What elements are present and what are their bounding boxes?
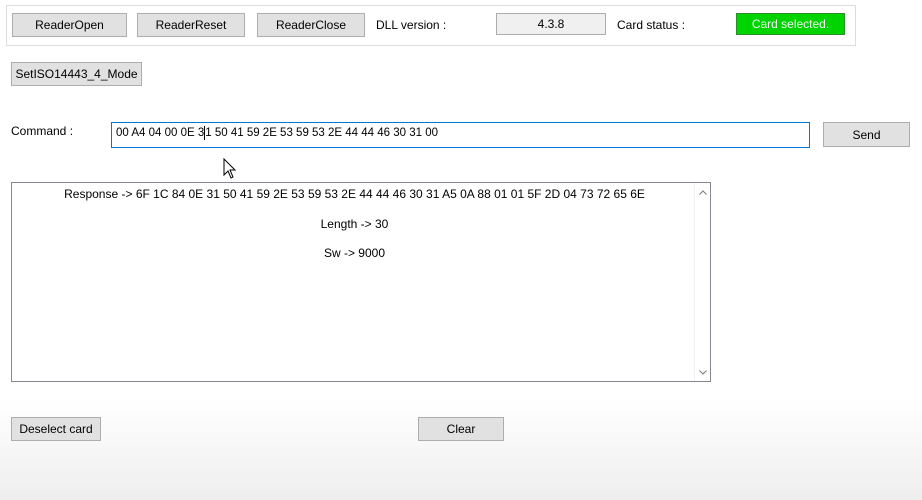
- send-button[interactable]: Send: [823, 122, 910, 147]
- mouse-pointer-icon: [223, 157, 237, 180]
- chevron-up-icon[interactable]: [695, 185, 710, 199]
- command-input[interactable]: 00 A4 04 00 0E 31 50 41 59 2E 53 59 53 2…: [111, 122, 810, 148]
- response-data-line: Response -> 6F 1C 84 0E 31 50 41 59 2E 5…: [64, 187, 645, 201]
- command-text-after-caret: 1 50 41 59 2E 53 59 53 2E 44 44 46 30 31…: [205, 127, 439, 139]
- chevron-down-icon[interactable]: [695, 365, 710, 379]
- dll-version-field: 4.3.8: [496, 13, 606, 35]
- response-textbox[interactable]: Response -> 6F 1C 84 0E 31 50 41 59 2E 5…: [11, 182, 711, 382]
- card-status-indicator: Card selected.: [736, 13, 845, 35]
- deselect-card-button[interactable]: Deselect card: [11, 417, 101, 441]
- response-sw-line: Sw -> 9000: [323, 246, 386, 260]
- dll-version-label: DLL version :: [376, 18, 447, 32]
- reader-close-button[interactable]: ReaderClose: [257, 13, 365, 37]
- response-length-line: Length -> 30: [320, 217, 389, 231]
- command-label: Command :: [11, 124, 74, 138]
- reader-reset-button[interactable]: ReaderReset: [137, 13, 245, 37]
- response-scrollbar[interactable]: [694, 183, 710, 381]
- reader-open-button[interactable]: ReaderOpen: [12, 13, 127, 37]
- clear-button[interactable]: Clear: [418, 417, 504, 441]
- command-text-before-caret: 00 A4 04 00 0E 3: [116, 127, 205, 139]
- card-status-label: Card status :: [617, 18, 686, 32]
- set-iso14443-4-mode-button[interactable]: SetISO14443_4_Mode: [11, 62, 142, 86]
